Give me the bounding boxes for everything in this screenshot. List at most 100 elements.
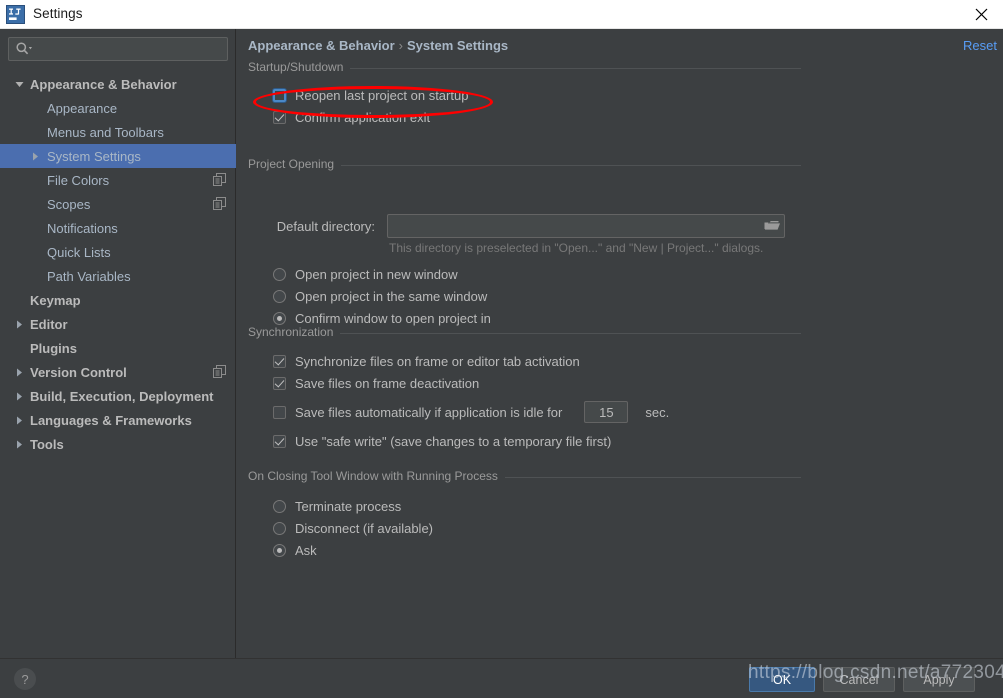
save-when-idle-checkbox[interactable] [273, 405, 286, 419]
option-save-when-idle[interactable]: Save files automatically if application … [248, 401, 801, 423]
open-in-same-window-radio[interactable] [273, 289, 286, 303]
sidebar-item-label: Keymap [30, 292, 81, 308]
reopen-last-project-checkbox[interactable] [273, 88, 286, 102]
open-in-same-window-label: Open project in the same window [295, 288, 488, 304]
sidebar-item-appearance[interactable]: Appearance [0, 96, 236, 120]
confirm-application-exit-checkbox[interactable] [273, 110, 286, 124]
settings-main-panel: Appearance & Behavior › System Settings Re… [237, 29, 1003, 658]
sidebar-item-label: Languages & Frameworks [30, 412, 192, 428]
section-title-project-opening: Project Opening [248, 157, 801, 173]
sidebar-item-version-control[interactable]: Version Control [0, 360, 236, 384]
sidebar-item-build-execution-deployment[interactable]: Build, Execution, Deployment [0, 384, 236, 408]
ask-radio[interactable] [273, 543, 286, 557]
default-directory-input[interactable] [387, 214, 785, 238]
sidebar-item-plugins[interactable]: Plugins [0, 336, 236, 360]
default-directory-hint: This directory is preselected in "Open..… [389, 241, 764, 255]
sidebar-item-editor[interactable]: Editor [0, 312, 236, 336]
sidebar-item-label: Plugins [30, 340, 77, 356]
sidebar-item-label: Editor [30, 316, 68, 332]
confirm-window-radio[interactable] [273, 311, 286, 325]
open-in-new-window-label: Open project in new window [295, 266, 458, 282]
sidebar-item-menus-and-toolbars[interactable]: Menus and Toolbars [0, 120, 236, 144]
option-safe-write[interactable]: Use "safe write" (save changes to a temp… [248, 430, 801, 452]
chevron-right-icon[interactable] [12, 432, 26, 456]
option-save-on-deactivation[interactable]: Save files on frame deactivation [248, 372, 801, 394]
sidebar-item-label: Quick Lists [47, 244, 111, 260]
sidebar-item-label: Scopes [47, 196, 91, 212]
safe-write-label: Use "safe write" (save changes to a temp… [295, 433, 612, 449]
save-on-deactivation-label: Save files on frame deactivation [295, 375, 480, 391]
idle-seconds-input[interactable] [584, 401, 629, 423]
option-ask[interactable]: Ask [248, 539, 801, 561]
option-disconnect[interactable]: Disconnect (if available) [248, 517, 801, 539]
help-button[interactable]: ? [14, 668, 36, 690]
folder-icon[interactable] [763, 218, 781, 233]
reopen-last-project-label: Reopen last project on startup [295, 87, 469, 103]
section-title-on-closing-tool-window: On Closing Tool Window with Running Proc… [248, 469, 801, 485]
save-when-idle-label: Save files automatically if application … [295, 404, 563, 420]
sidebar-item-label: Build, Execution, Deployment [30, 388, 214, 404]
sidebar-item-label: Path Variables [47, 268, 131, 284]
apply-button[interactable]: Apply [903, 667, 975, 692]
sync-on-activation-label: Synchronize files on frame or editor tab… [295, 353, 580, 369]
sync-on-activation-checkbox[interactable] [273, 354, 286, 368]
intellij-idea-logo-icon [6, 5, 25, 24]
disconnect-radio[interactable] [273, 521, 286, 535]
sidebar-item-file-colors[interactable]: File Colors [0, 168, 236, 192]
sidebar-item-languages-frameworks[interactable]: Languages & Frameworks [0, 408, 236, 432]
settings-sidebar: Appearance & Behavior Appearance Menus and… [0, 29, 236, 658]
section-title-startup-shutdown: Startup/Shutdown [248, 60, 801, 76]
option-open-in-same-window[interactable]: Open project in the same window [248, 285, 801, 307]
ok-button[interactable]: OK [749, 667, 815, 692]
search-field-wrapper [8, 37, 228, 61]
sidebar-item-label: System Settings [47, 148, 141, 164]
option-reopen-last-project[interactable]: Reopen last project on startup [248, 84, 801, 106]
cancel-button[interactable]: Cancel [823, 667, 895, 692]
save-on-deactivation-checkbox[interactable] [273, 376, 286, 390]
sidebar-item-appearance-behavior[interactable]: Appearance & Behavior [0, 72, 236, 96]
option-terminate-process[interactable]: Terminate process [248, 495, 801, 517]
confirm-window-label: Confirm window to open project in [295, 310, 491, 326]
section-on-closing-tool-window: On Closing Tool Window with Running Proc… [248, 469, 801, 561]
chevron-right-icon[interactable] [12, 312, 26, 336]
chevron-down-icon[interactable] [12, 72, 26, 96]
chevron-right-icon[interactable] [12, 360, 26, 384]
default-directory-row: Default directory: [248, 214, 801, 238]
default-directory-label: Default directory: [276, 218, 375, 234]
option-open-in-new-window[interactable]: Open project in new window [248, 263, 801, 285]
terminate-process-label: Terminate process [295, 498, 402, 514]
copy-scope-icon[interactable] [213, 173, 226, 186]
safe-write-checkbox[interactable] [273, 434, 286, 448]
sidebar-item-keymap[interactable]: Keymap [0, 288, 236, 312]
chevron-right-icon[interactable] [12, 408, 26, 432]
close-icon[interactable] [959, 0, 1003, 28]
sidebar-item-system-settings[interactable]: System Settings [0, 144, 236, 168]
sidebar-item-tools[interactable]: Tools [0, 432, 236, 456]
reset-link[interactable]: Reset [963, 38, 997, 53]
option-confirm-application-exit[interactable]: Confirm application exit [248, 106, 801, 128]
section-startup-shutdown: Startup/Shutdown Reopen last project on … [248, 60, 801, 128]
terminate-process-radio[interactable] [273, 499, 286, 513]
sidebar-item-label: Appearance [47, 100, 118, 116]
copy-scope-icon[interactable] [213, 197, 226, 210]
section-synchronization: Synchronization Synchronize files on fra… [248, 325, 801, 452]
breadcrumb-root[interactable]: Appearance & Behavior [248, 38, 395, 53]
chevron-right-icon[interactable] [12, 384, 26, 408]
sidebar-item-label: File Colors [47, 172, 110, 188]
sidebar-item-quick-lists[interactable]: Quick Lists [0, 240, 236, 264]
sidebar-item-scopes[interactable]: Scopes [0, 192, 236, 216]
sidebar-item-notifications[interactable]: Notifications [0, 216, 236, 240]
seconds-unit-label: sec. [645, 404, 670, 420]
sidebar-item-label: Menus and Toolbars [47, 124, 164, 140]
option-sync-on-activation[interactable]: Synchronize files on frame or editor tab… [248, 350, 801, 372]
chevron-right-icon[interactable] [28, 144, 42, 168]
default-directory-field-wrapper [387, 214, 785, 238]
search-input[interactable] [8, 37, 228, 61]
open-in-new-window-radio[interactable] [273, 267, 286, 281]
confirm-application-exit-label: Confirm application exit [295, 109, 431, 125]
copy-scope-icon[interactable] [213, 365, 226, 378]
breadcrumb-current: System Settings [407, 38, 509, 53]
sidebar-item-path-variables[interactable]: Path Variables [0, 264, 236, 288]
settings-tree: Appearance & Behavior Appearance Menus and… [0, 72, 236, 456]
breadcrumb: Appearance & Behavior › System Settings [248, 38, 508, 53]
